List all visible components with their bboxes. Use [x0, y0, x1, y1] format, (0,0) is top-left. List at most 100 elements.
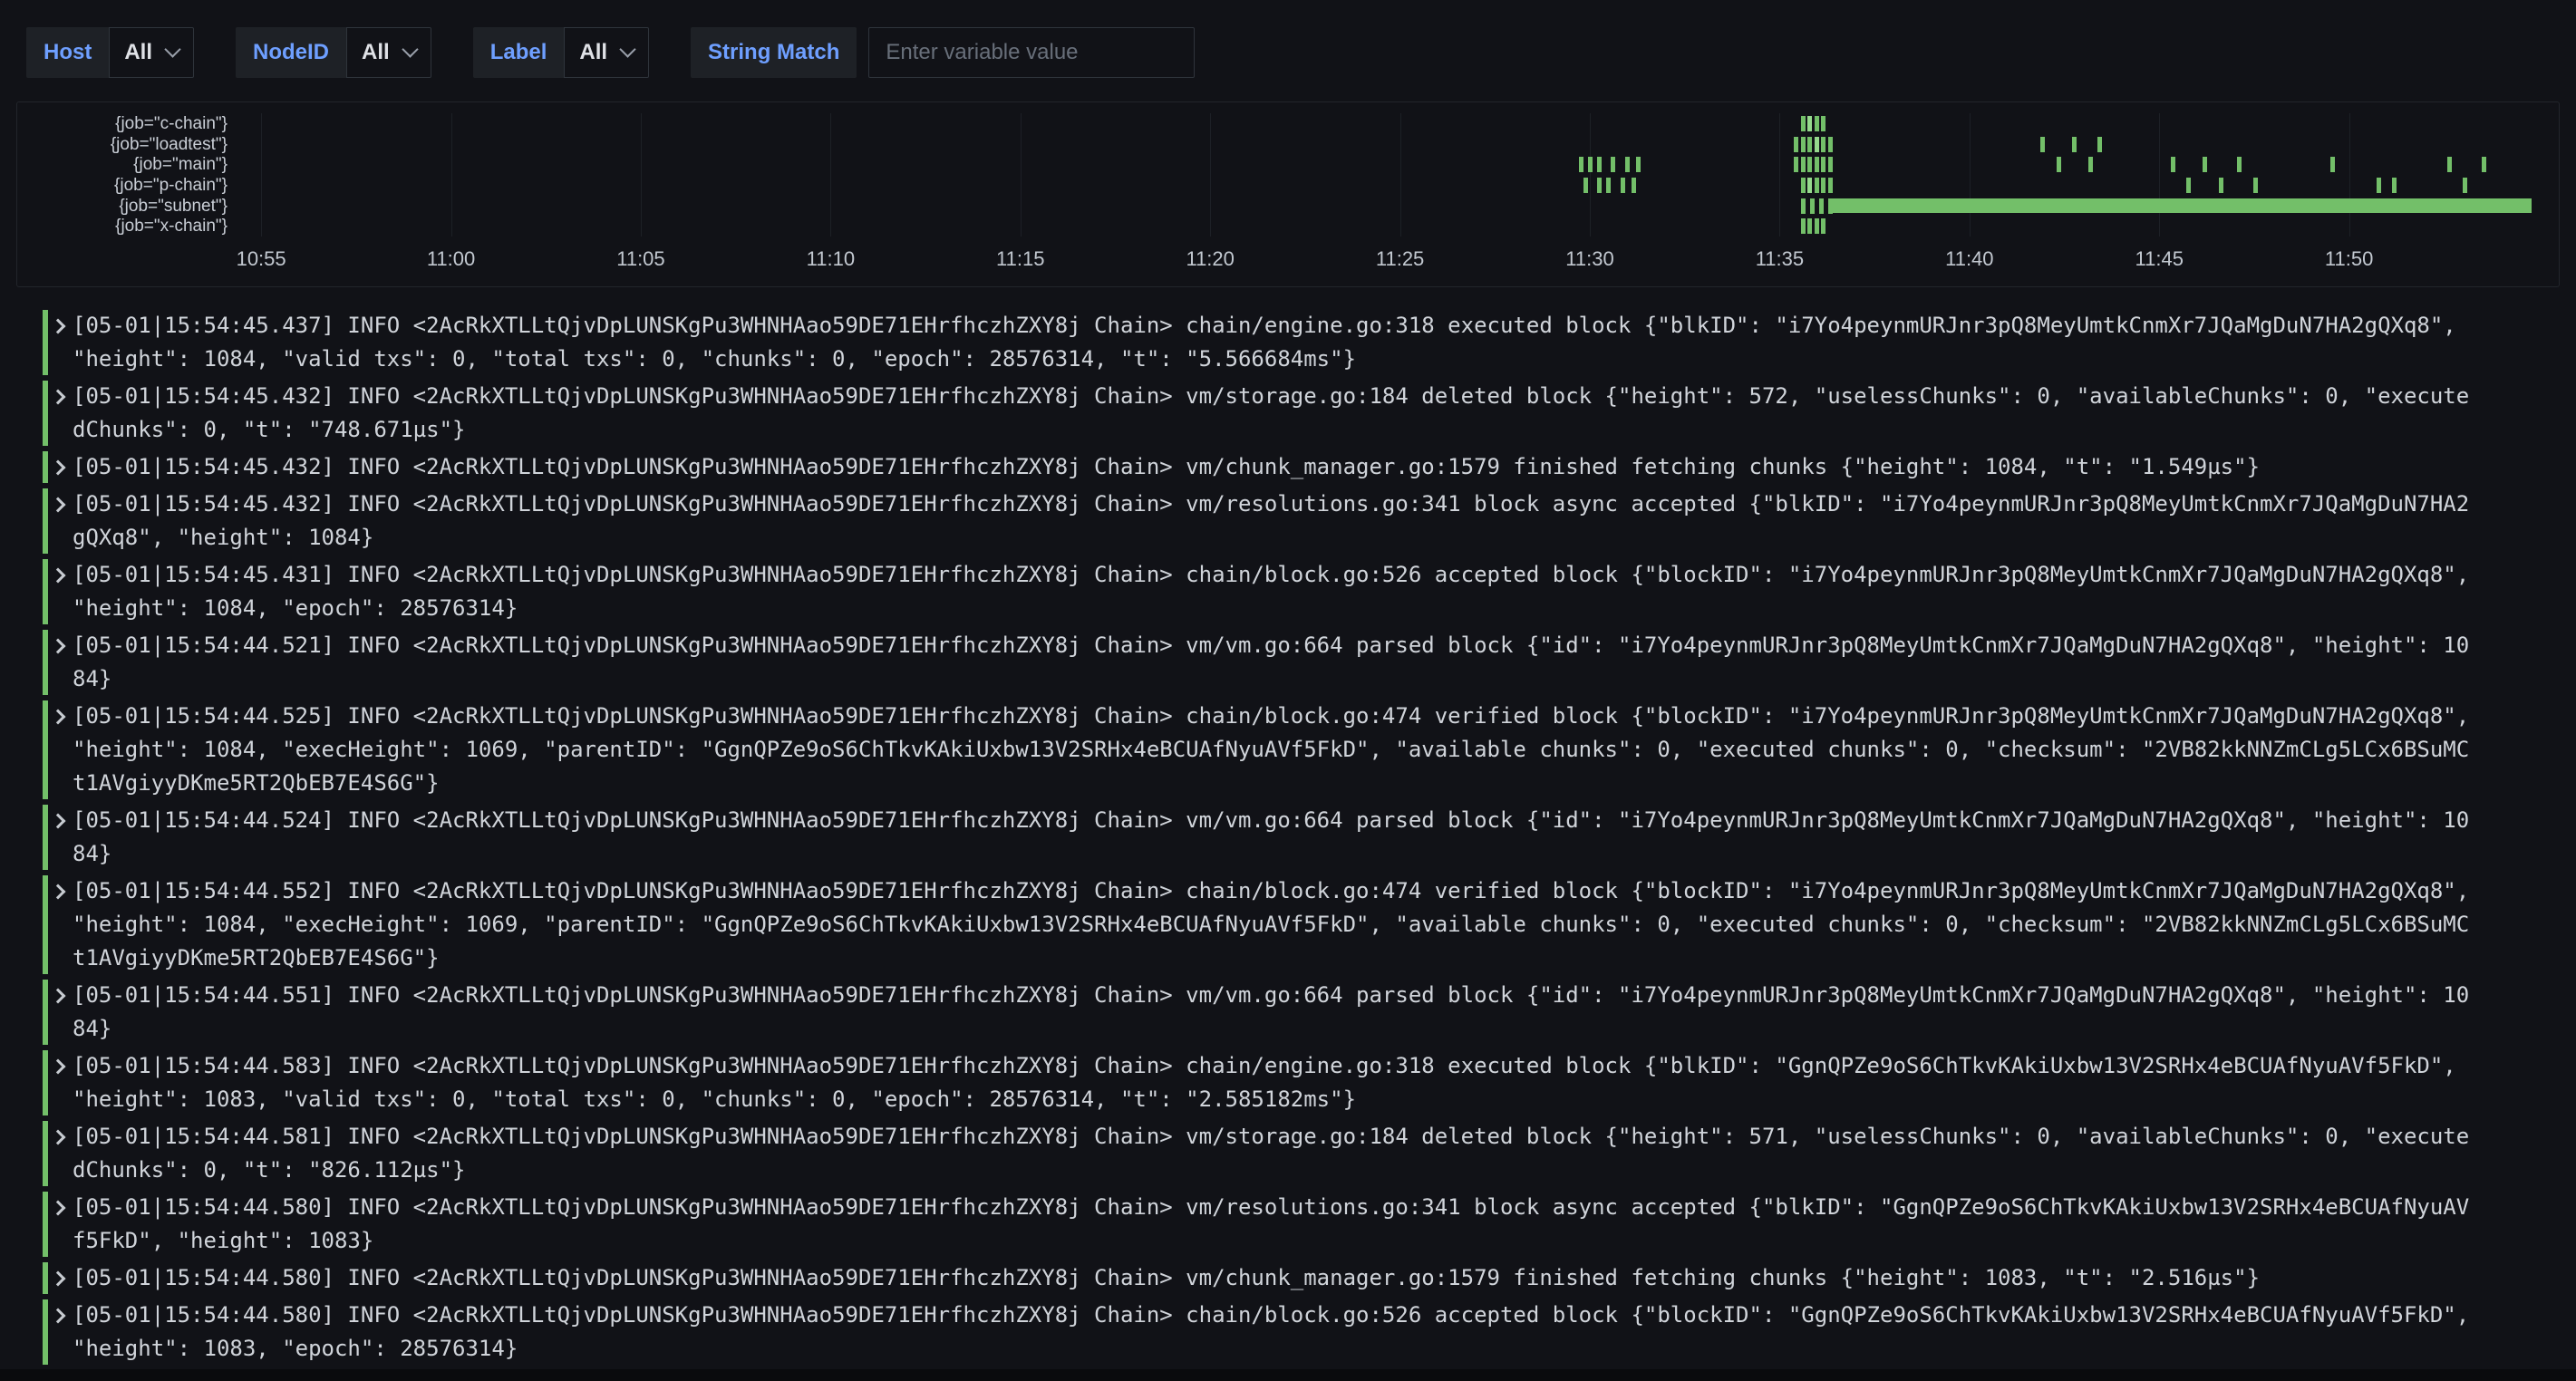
gridline: [2349, 113, 2350, 237]
expand-chevron-icon[interactable]: [51, 319, 66, 334]
log-row[interactable]: [05-01|15:54:44.551] INFO <2AcRkXTLLtQjv…: [0, 977, 2576, 1048]
legend-label[interactable]: {job="main"}: [17, 154, 231, 175]
var-host-label: Host: [26, 27, 109, 78]
log-row[interactable]: [05-01|15:54:44.580] INFO <2AcRkXTLLtQjv…: [0, 1260, 2576, 1297]
expand-chevron-icon[interactable]: [51, 1130, 66, 1145]
log-line-text: [05-01|15:54:45.432] INFO <2AcRkXTLLtQjv…: [73, 450, 2474, 484]
log-volume-mark: [2447, 157, 2452, 172]
expand-chevron-icon[interactable]: [51, 1059, 66, 1075]
var-nodeid-value: All: [362, 40, 390, 65]
log-volume-mark: [1807, 218, 1812, 234]
x-axis-tick-label: 11:35: [1756, 247, 1804, 271]
log-level-indicator: [43, 1192, 48, 1257]
log-row[interactable]: [05-01|15:54:45.432] INFO <2AcRkXTLLtQjv…: [0, 378, 2576, 449]
log-row[interactable]: [05-01|15:54:45.432] INFO <2AcRkXTLLtQjv…: [0, 486, 2576, 556]
gridline: [641, 113, 642, 237]
x-axis-tick-label: 11:45: [2135, 247, 2184, 271]
log-level-indicator: [43, 630, 48, 695]
log-row[interactable]: [05-01|15:54:44.552] INFO <2AcRkXTLLtQjv…: [0, 873, 2576, 977]
expand-chevron-icon[interactable]: [51, 989, 66, 1004]
expand-chevron-icon[interactable]: [51, 639, 66, 654]
log-row[interactable]: [05-01|15:54:45.437] INFO <2AcRkXTLLtQjv…: [0, 307, 2576, 378]
expand-chevron-icon[interactable]: [51, 1309, 66, 1324]
var-host-select[interactable]: All: [109, 27, 194, 78]
log-volume-mark: [1828, 178, 1833, 193]
log-volume-mark: [1815, 218, 1819, 234]
log-row[interactable]: [05-01|15:54:44.521] INFO <2AcRkXTLLtQjv…: [0, 627, 2576, 698]
log-volume-mark: [1636, 157, 1641, 172]
gridline: [1021, 113, 1022, 237]
expand-chevron-icon[interactable]: [51, 1201, 66, 1216]
log-volume-mark: [1606, 178, 1611, 193]
log-volume-mark: [1807, 116, 1812, 131]
log-row[interactable]: [05-01|15:54:45.432] INFO <2AcRkXTLLtQjv…: [0, 449, 2576, 486]
var-label-select[interactable]: All: [564, 27, 649, 78]
log-volume-mark: [1807, 137, 1812, 152]
x-axis-tick-label: 11:10: [807, 247, 855, 271]
log-volume-panel: {job="c-chain"}{job="loadtest"}{job="mai…: [16, 101, 2560, 287]
var-host-value: All: [124, 40, 152, 65]
log-volume-mark: [1801, 157, 1806, 172]
log-volume-mark: [2171, 157, 2175, 172]
log-row[interactable]: [05-01|15:54:45.431] INFO <2AcRkXTLLtQjv…: [0, 556, 2576, 627]
log-volume-mark: [2219, 178, 2223, 193]
legend-label[interactable]: {job="c-chain"}: [17, 113, 231, 134]
expand-chevron-icon[interactable]: [51, 1271, 66, 1287]
log-line-text: [05-01|15:54:44.581] INFO <2AcRkXTLLtQjv…: [73, 1120, 2474, 1187]
expand-chevron-icon[interactable]: [51, 884, 66, 900]
legend-label[interactable]: {job="x-chain"}: [17, 216, 231, 237]
expand-chevron-icon[interactable]: [51, 710, 66, 725]
var-nodeid-select[interactable]: All: [346, 27, 431, 78]
x-axis-tick-label: 11:20: [1186, 247, 1234, 271]
legend-label[interactable]: {job="loadtest"}: [17, 134, 231, 155]
expand-chevron-icon[interactable]: [51, 460, 66, 476]
log-volume-mark: [1794, 137, 1798, 152]
log-volume-mark: [1815, 157, 1819, 172]
log-volume-mark: [1821, 137, 1825, 152]
expand-chevron-icon[interactable]: [51, 568, 66, 584]
log-volume-mark: [1828, 157, 1833, 172]
string-match-input[interactable]: [868, 27, 1195, 78]
legend-label[interactable]: {job="subnet"}: [17, 196, 231, 217]
log-volume-mark: [1632, 178, 1636, 193]
log-volume-mark: [1821, 157, 1825, 172]
gridline: [2159, 113, 2160, 237]
log-volume-mark: [2377, 178, 2381, 193]
gridline: [1210, 113, 1211, 237]
expand-chevron-icon[interactable]: [51, 390, 66, 405]
log-line-text: [05-01|15:54:45.437] INFO <2AcRkXTLLtQjv…: [73, 309, 2474, 376]
log-volume-mark: [1821, 116, 1825, 131]
log-line-text: [05-01|15:54:44.580] INFO <2AcRkXTLLtQjv…: [73, 1299, 2474, 1366]
log-volume-mark: [1794, 157, 1798, 172]
log-volume-mark: [1597, 157, 1602, 172]
log-row[interactable]: [05-01|15:54:44.580] INFO <2AcRkXTLLtQjv…: [0, 1189, 2576, 1260]
log-volume-band: [1830, 198, 2532, 213]
chevron-down-icon: [619, 41, 635, 57]
log-volume-mark: [2203, 157, 2207, 172]
log-volume-mark: [1611, 157, 1615, 172]
log-row[interactable]: [05-01|15:54:44.581] INFO <2AcRkXTLLtQjv…: [0, 1118, 2576, 1189]
legend-label[interactable]: {job="p-chain"}: [17, 175, 231, 196]
log-row[interactable]: [05-01|15:54:44.524] INFO <2AcRkXTLLtQjv…: [0, 802, 2576, 873]
timeline-plot[interactable]: [247, 113, 2532, 237]
log-line-text: [05-01|15:54:44.521] INFO <2AcRkXTLLtQjv…: [73, 629, 2474, 696]
log-volume-mark: [1819, 198, 1824, 214]
gridline: [1779, 113, 1780, 237]
log-row[interactable]: [05-01|15:54:44.583] INFO <2AcRkXTLLtQjv…: [0, 1048, 2576, 1118]
log-line-text: [05-01|15:54:45.432] INFO <2AcRkXTLLtQjv…: [73, 380, 2474, 447]
log-row[interactable]: [05-01|15:54:44.525] INFO <2AcRkXTLLtQjv…: [0, 698, 2576, 802]
log-row[interactable]: [05-01|15:54:44.580] INFO <2AcRkXTLLtQjv…: [0, 1297, 2576, 1367]
log-volume-mark: [2186, 178, 2191, 193]
log-level-indicator: [43, 1050, 48, 1115]
expand-chevron-icon[interactable]: [51, 497, 66, 513]
log-volume-mark: [1815, 178, 1819, 193]
log-level-indicator: [43, 1121, 48, 1186]
time-axis: 10:5511:0011:0511:1011:1511:2011:2511:30…: [247, 242, 2532, 273]
log-volume-mark: [1821, 178, 1825, 193]
log-level-indicator: [43, 488, 48, 554]
x-axis-tick-label: 11:50: [2325, 247, 2373, 271]
log-volume-mark: [2072, 137, 2077, 152]
log-level-indicator: [43, 875, 48, 974]
expand-chevron-icon[interactable]: [51, 814, 66, 829]
viewport-edge: [0, 1369, 2576, 1381]
